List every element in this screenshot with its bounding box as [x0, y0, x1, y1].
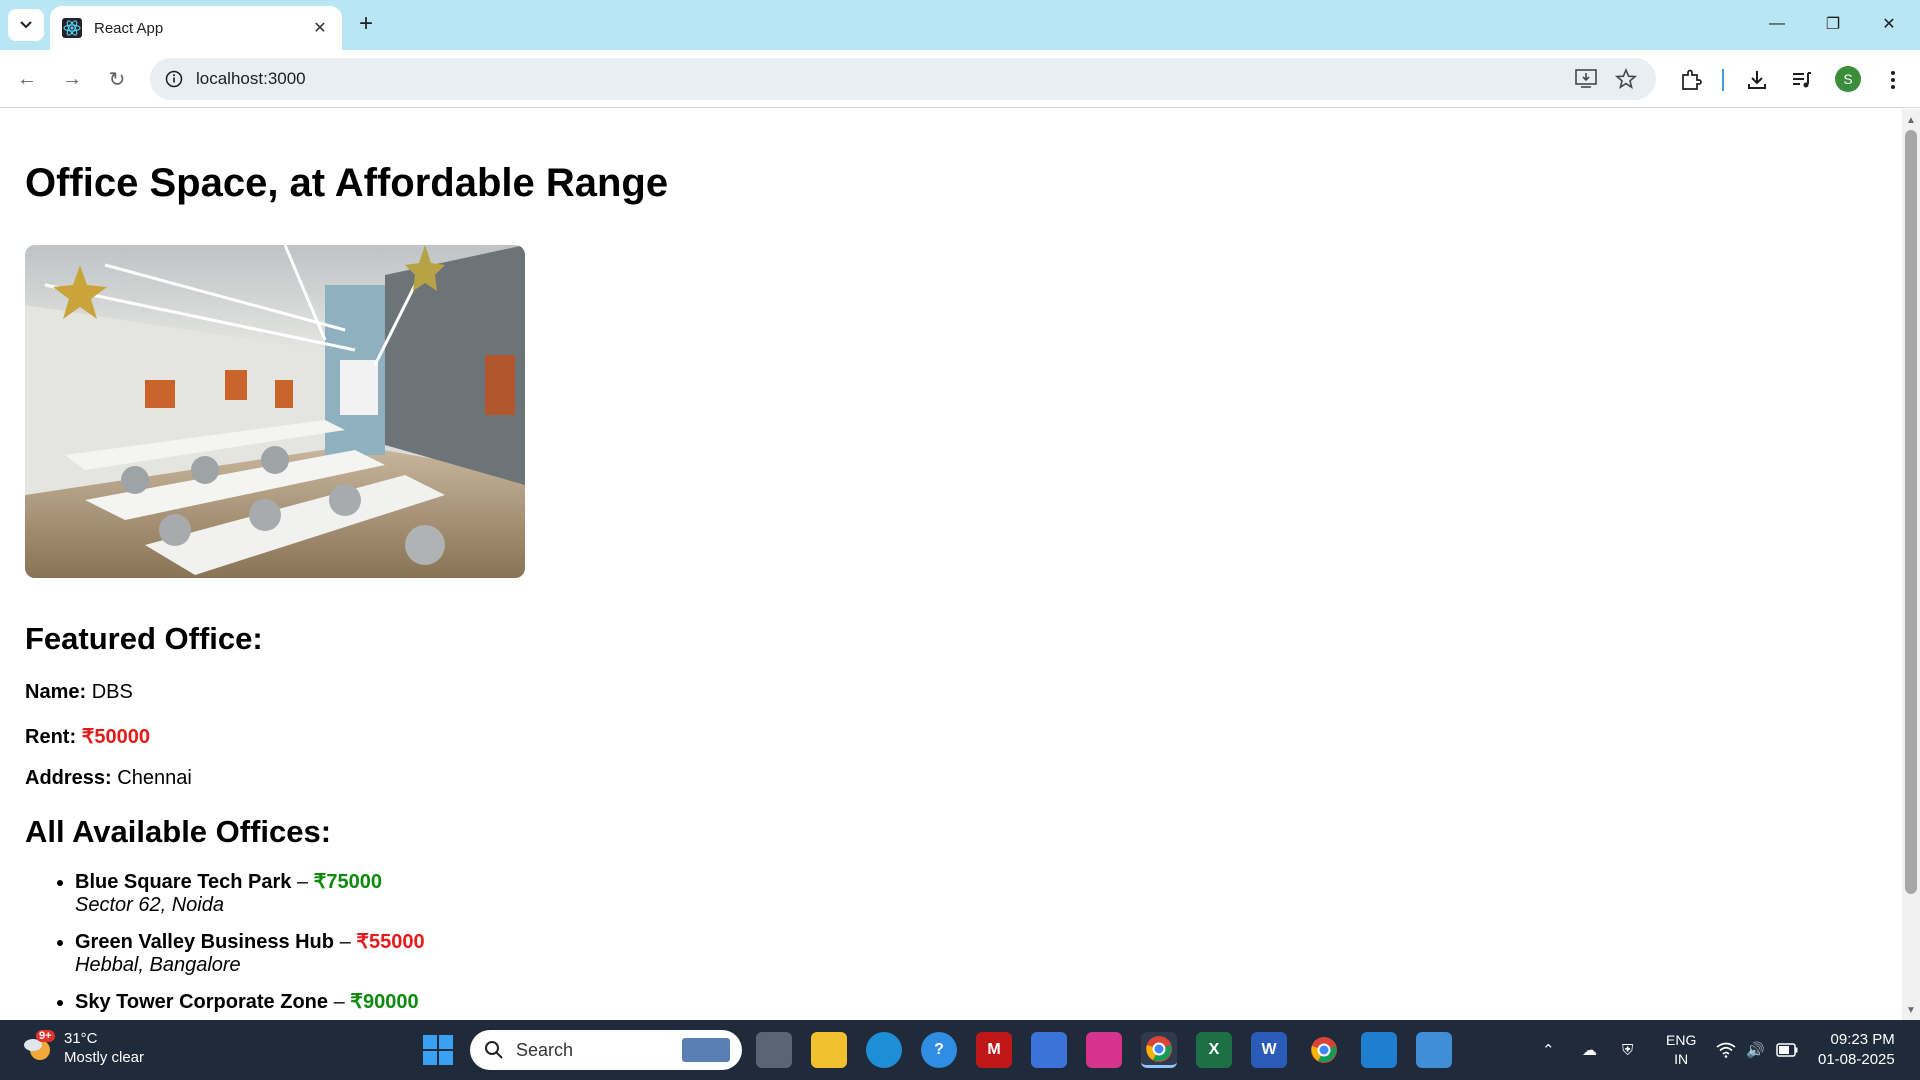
instagram-icon[interactable]	[1086, 1032, 1122, 1068]
all-offices-heading: All Available Offices:	[25, 814, 332, 849]
weather-temp: 31°C	[64, 1030, 98, 1047]
get-help-icon[interactable]: ?	[921, 1032, 957, 1068]
reload-button[interactable]: ↻	[100, 62, 134, 96]
office-rent: ₹75000	[313, 871, 382, 893]
browser-toolbar: ← → ↻ localhost:3000	[0, 50, 1920, 108]
weather-desc: Mostly clear	[64, 1049, 145, 1066]
chrome-icon[interactable]	[1141, 1032, 1177, 1068]
featured-address-row: Address: Chennai	[25, 767, 192, 790]
media-controls-icon[interactable]	[1788, 66, 1816, 94]
office-name: Sky Tower Corporate Zone	[75, 991, 329, 1013]
battery-icon[interactable]	[1776, 1020, 1798, 1080]
scroll-up-icon[interactable]: ▲	[1905, 114, 1917, 126]
close-tab-icon[interactable]: ✕	[310, 18, 330, 38]
featured-address-value: Chennai	[117, 767, 192, 789]
page-viewport: Office Space, at Affordable Range Featur…	[0, 109, 1902, 1020]
volume-icon[interactable]: 🔊	[1746, 1020, 1765, 1080]
vscode-icon[interactable]	[1361, 1032, 1397, 1068]
office-photo	[25, 245, 525, 578]
taskbar-search[interactable]: Search	[470, 1030, 742, 1070]
system-clock[interactable]: 09:23 PM 01-08-2025	[1818, 1030, 1895, 1070]
profile-avatar[interactable]: S	[1835, 66, 1861, 92]
excel-icon[interactable]: X	[1196, 1032, 1232, 1068]
extensions-icon[interactable]	[1677, 66, 1705, 94]
office-name: Blue Square Tech Park	[75, 871, 292, 893]
minimize-button[interactable]: —	[1750, 6, 1804, 42]
chevron-down-icon	[20, 21, 32, 29]
list-item: Blue Square Tech Park – ₹75000 Sector 62…	[75, 871, 425, 917]
tab-title: React App	[94, 19, 164, 37]
show-hidden-icons[interactable]: ⌃	[1542, 1020, 1555, 1080]
featured-office-heading: Featured Office:	[25, 621, 263, 656]
search-highlight-icon	[682, 1038, 730, 1062]
restore-button[interactable]: ❐	[1806, 6, 1860, 42]
word-icon[interactable]: W	[1251, 1032, 1287, 1068]
edge-icon[interactable]	[866, 1032, 902, 1068]
featured-rent-value: ₹50000	[81, 726, 151, 748]
featured-name-label: Name:	[25, 681, 87, 703]
chrome-profile-icon[interactable]	[1306, 1032, 1342, 1068]
weather-widget[interactable]: 9+ 31°C Mostly clear	[22, 1029, 144, 1067]
featured-name-value: DBS	[91, 681, 133, 703]
weather-badge: 9+	[36, 1030, 55, 1042]
wifi-icon[interactable]	[1716, 1020, 1736, 1080]
search-label: Search	[516, 1039, 574, 1060]
mcafee-icon[interactable]: M	[976, 1032, 1012, 1068]
microsoft-store-icon[interactable]	[1031, 1032, 1067, 1068]
tab-strip: React App ✕ + — ❐ ✕	[0, 0, 1920, 50]
security-shield-icon[interactable]: ⛨	[1622, 1020, 1633, 1080]
clock-date: 01-08-2025	[1818, 1051, 1895, 1068]
scroll-down-icon[interactable]: ▼	[1905, 1004, 1917, 1016]
back-button[interactable]: ←	[10, 62, 44, 96]
address-bar[interactable]: localhost:3000	[150, 58, 1656, 100]
language-indicator[interactable]: ENG IN	[1666, 1020, 1696, 1080]
file-explorer-icon[interactable]	[811, 1032, 847, 1068]
new-tab-button[interactable]: +	[352, 10, 380, 38]
featured-rent-label: Rent:	[25, 726, 77, 748]
url-text: localhost:3000	[196, 69, 306, 88]
office-list: Blue Square Tech Park – ₹75000 Sector 62…	[75, 871, 425, 1020]
office-rent: ₹90000	[350, 991, 419, 1013]
office-name: Green Valley Business Hub	[75, 931, 334, 953]
lang-top: ENG	[1666, 1032, 1697, 1048]
list-item: Sky Tower Corporate Zone – ₹90000	[75, 991, 425, 1014]
site-info-icon[interactable]	[162, 67, 186, 91]
featured-rent-row: Rent: ₹50000	[25, 724, 150, 749]
task-view-icon[interactable]	[756, 1032, 792, 1068]
install-app-icon[interactable]	[1574, 67, 1598, 91]
office-address: Sector 62, Noida	[75, 894, 224, 916]
featured-name-row: Name: DBS	[25, 681, 133, 704]
onedrive-icon[interactable]: ☁	[1582, 1020, 1597, 1080]
search-icon	[485, 1041, 503, 1059]
lang-bottom: IN	[1674, 1051, 1689, 1067]
office-address: Hebbal, Bangalore	[75, 954, 241, 976]
list-item: Green Valley Business Hub – ₹55000 Hebba…	[75, 931, 425, 977]
toolbar-divider	[1722, 69, 1724, 91]
office-separator: –	[296, 871, 309, 893]
weather-icon: 9+	[22, 1030, 55, 1064]
close-window-button[interactable]: ✕	[1862, 6, 1916, 42]
tab-react-app[interactable]: React App ✕	[50, 6, 342, 50]
forward-button[interactable]: →	[55, 62, 89, 96]
featured-address-label: Address:	[25, 767, 112, 789]
office-rent: ₹55000	[356, 931, 425, 953]
react-logo-icon	[62, 18, 82, 38]
page-title: Office Space, at Affordable Range	[25, 161, 669, 205]
taskbar: 9+ 31°C Mostly clear Search ? M X W ⌃ ☁ …	[0, 1020, 1920, 1080]
photos-icon[interactable]	[1416, 1032, 1452, 1068]
office-separator: –	[339, 931, 351, 953]
more-menu-icon[interactable]	[1879, 66, 1907, 94]
scrollbar-thumb[interactable]	[1905, 130, 1917, 894]
downloads-icon[interactable]	[1743, 66, 1771, 94]
clock-time: 09:23 PM	[1830, 1031, 1895, 1048]
bookmark-star-icon[interactable]	[1614, 67, 1638, 91]
start-button[interactable]	[420, 1032, 456, 1068]
tab-search-button[interactable]	[8, 9, 44, 41]
office-separator: –	[333, 991, 345, 1013]
